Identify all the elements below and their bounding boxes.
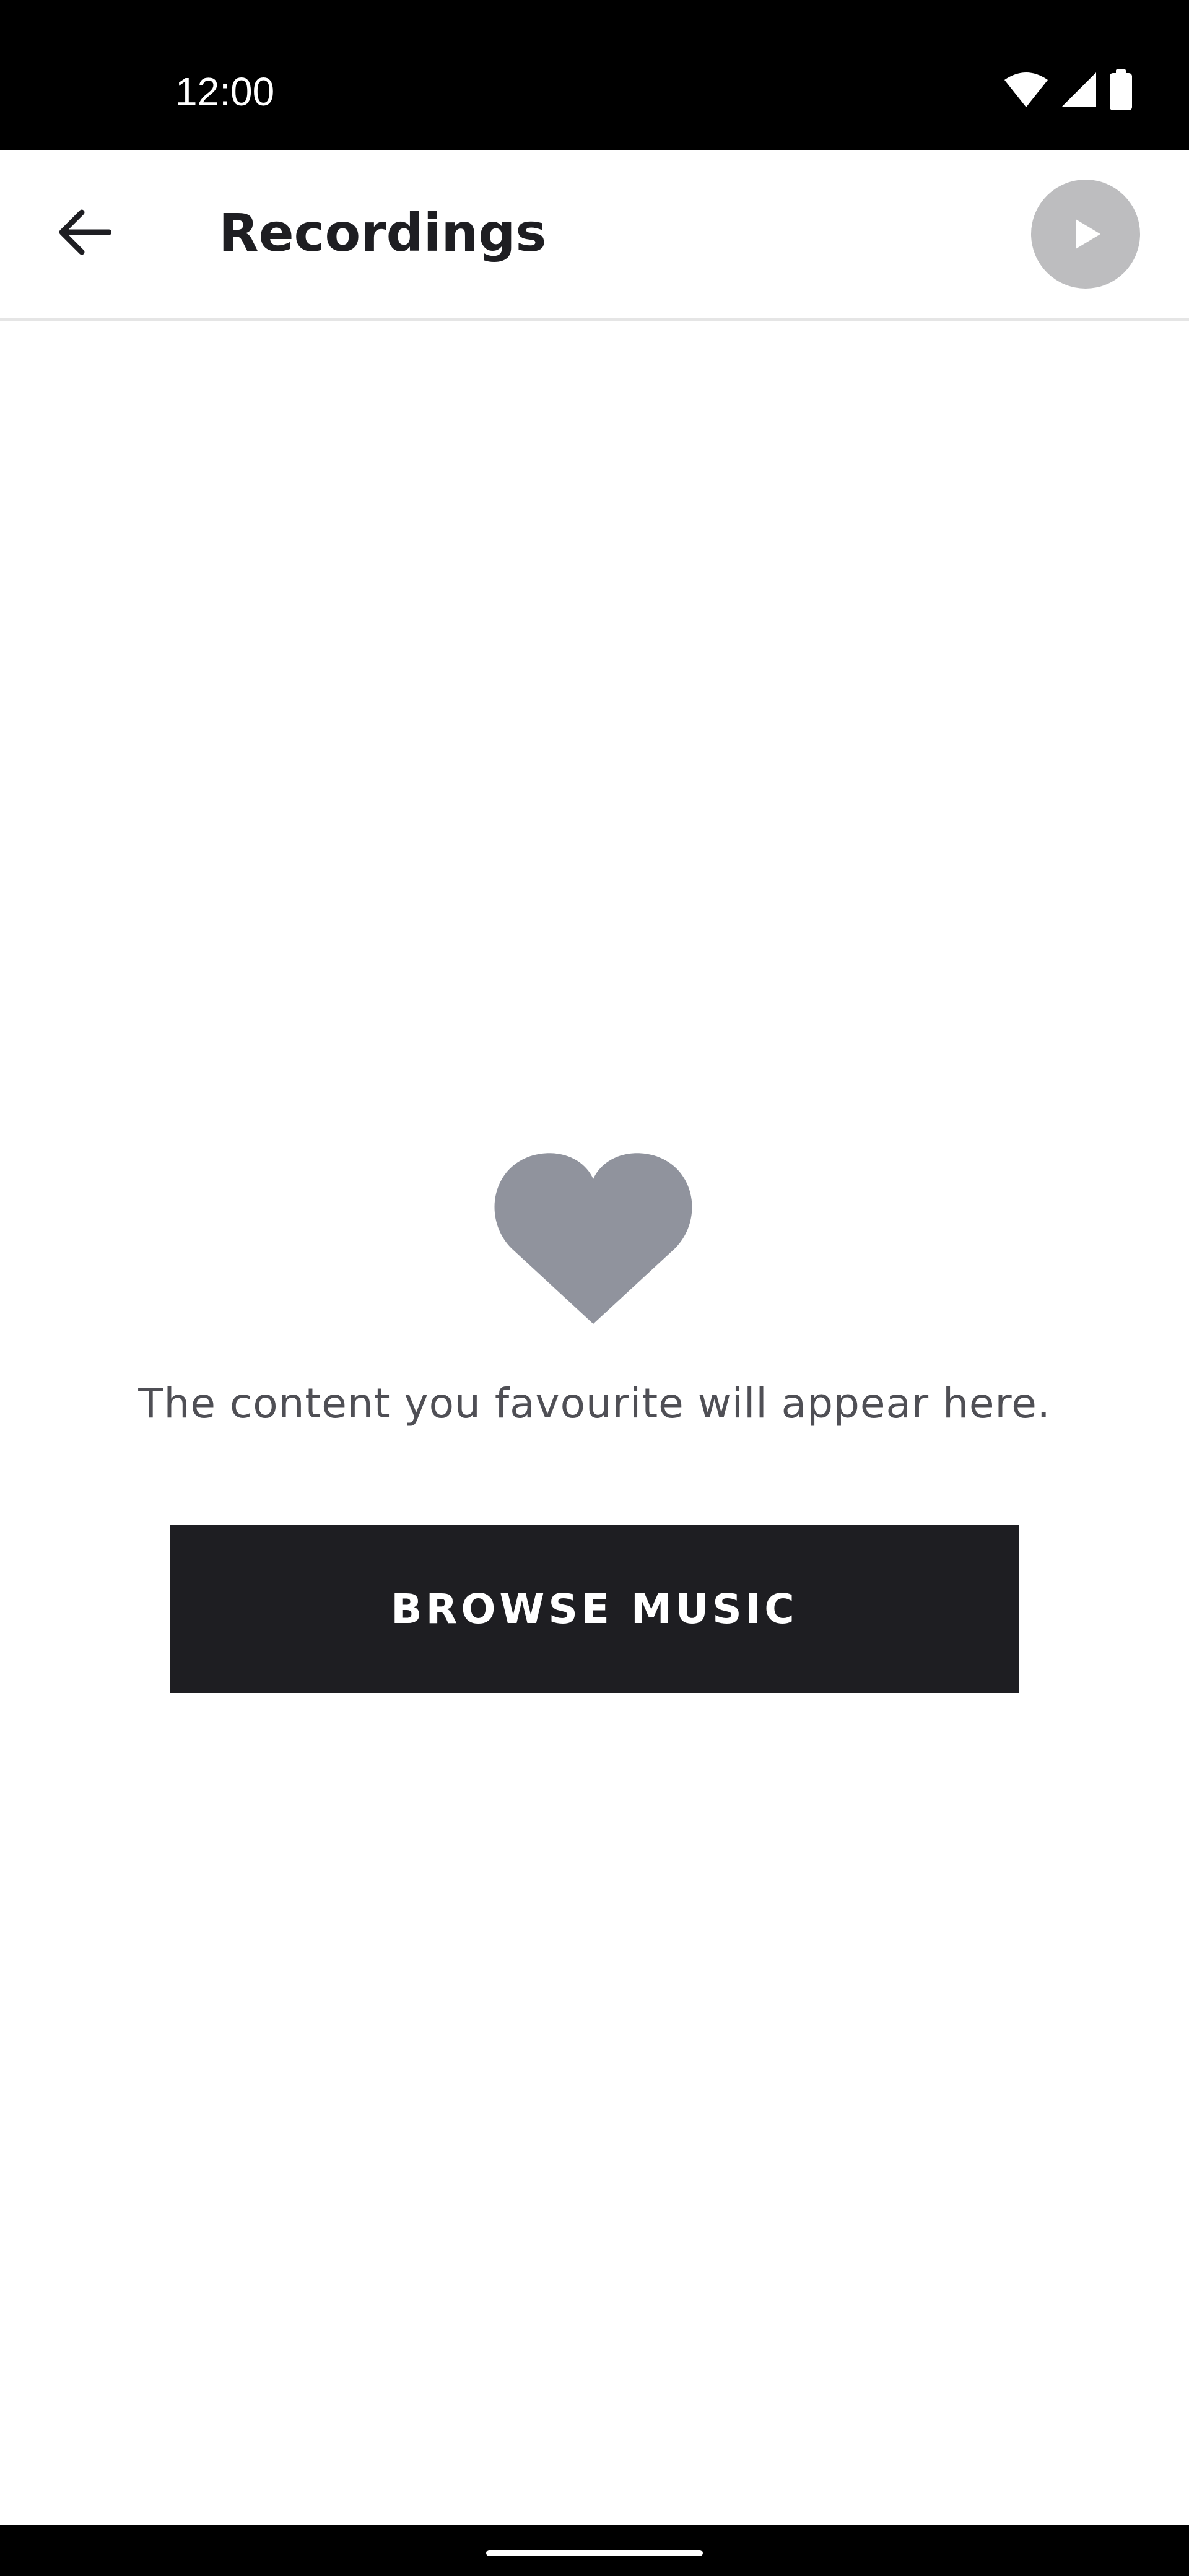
empty-state-message: The content you favourite will appear he… xyxy=(138,1380,1051,1427)
page-title: Recordings xyxy=(219,202,547,263)
play-icon xyxy=(1076,219,1100,249)
browse-music-button[interactable]: BROWSE MUSIC xyxy=(170,1525,1019,1693)
back-button[interactable] xyxy=(45,192,125,272)
status-time: 12:00 xyxy=(175,69,275,114)
app-bar: Recordings xyxy=(0,150,1189,321)
play-button[interactable] xyxy=(1031,180,1140,289)
battery-icon xyxy=(1110,69,1132,110)
status-icons xyxy=(1003,68,1133,111)
heart-icon xyxy=(494,1153,692,1324)
home-indicator[interactable] xyxy=(486,2550,703,2556)
status-bar: 12:00 xyxy=(0,0,1189,150)
wifi-icon xyxy=(1004,72,1048,107)
cellular-signal-icon xyxy=(1061,72,1096,107)
arrow-left-icon xyxy=(59,209,111,255)
